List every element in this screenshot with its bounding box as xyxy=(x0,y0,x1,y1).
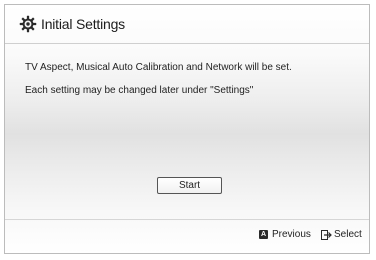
footer-divider xyxy=(5,219,369,220)
enter-icon xyxy=(321,229,332,240)
dialog-title-bar: Initial Settings xyxy=(5,5,369,43)
message-line: TV Aspect, Musical Auto Calibration and … xyxy=(25,62,292,73)
initial-settings-dialog: Initial Settings TV Aspect, Musical Auto… xyxy=(4,4,370,254)
gear-icon xyxy=(19,15,37,33)
select-label: Select xyxy=(334,229,362,240)
previous-label: Previous xyxy=(272,229,311,240)
title-divider xyxy=(5,43,369,44)
start-button[interactable]: Start xyxy=(157,177,222,194)
message-line: Each setting may be changed later under … xyxy=(25,85,254,96)
select-hint[interactable]: Select xyxy=(321,229,362,240)
dialog-title: Initial Settings xyxy=(41,16,125,32)
screen: Initial Settings TV Aspect, Musical Auto… xyxy=(0,0,376,260)
previous-hint[interactable]: A Previous xyxy=(259,229,311,240)
a-key-icon: A xyxy=(259,230,268,239)
dialog-message: TV Aspect, Musical Auto Calibration and … xyxy=(25,56,292,102)
